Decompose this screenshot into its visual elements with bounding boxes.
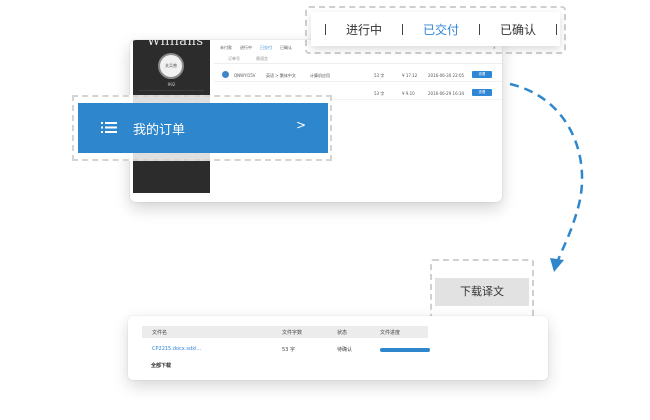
tab-confirmed[interactable]: 已确认 [480,21,556,38]
header-status: 状态 [337,330,348,336]
menu-highlight: 我的订单 > [72,95,332,161]
tab-delivered[interactable]: 已交付 [403,21,479,38]
dashed-arrow-icon [509,82,584,272]
table-row[interactable]: QNWYI15V 英语 > 繁体中文 计算机应用 53 字 ¥ 17.12 20… [214,68,502,82]
status-tabs-highlight: 进行中 已交付 已确认 [305,6,566,54]
order-price: ¥ 9.10 [402,91,415,96]
tab-confirmed[interactable]: 已确认 [280,45,292,51]
list-icon [101,122,117,133]
username: 992 [167,82,176,87]
order-words: 53 字 [374,73,385,78]
header-progress: 文件进度 [380,330,401,336]
my-orders-label: 我的订单 [133,123,186,138]
download-all-button[interactable]: 全部下载 [151,362,171,369]
tab-divider [556,23,558,35]
order-time: 2016-06-29 16:34 [428,91,465,96]
file-progress-bar [380,348,430,352]
order-words: 53 字 [374,91,385,96]
order-id: QNWYI15V [234,73,256,78]
header-word-count: 文件字数 [282,330,303,336]
app-stage: Willians 关兵兽 992 未付款 进行中 已交付 已确认 × 订单号 原… [0,0,650,420]
chevron-right-icon: > [295,118,306,132]
header-filename: 文件名 [152,330,168,336]
file-name-link[interactable]: CP2215.docx.sdxl... [152,346,201,352]
download-translation-title: 下载译文 [435,278,529,306]
subtab-order-id[interactable]: 订单号 [228,56,240,62]
order-time: 2016-06-30 22:05 [428,73,465,78]
order-type: 计算机应用 [310,73,330,78]
view-order-button[interactable]: 查看 [472,89,492,96]
orders-subtabs: 订单号 原语言 [214,54,502,64]
order-lang: 英语 > 繁体中文 [266,73,296,78]
my-orders-menu-item[interactable]: 我的订单 > [78,103,328,153]
subtab-source-lang[interactable]: 原语言 [256,56,268,62]
order-icon [222,71,229,78]
status-tabs: 进行中 已交付 已确认 [311,12,560,46]
order-price: ¥ 17.12 [402,73,418,78]
avatar-text: 关兵兽 [165,63,177,68]
tab-in-progress[interactable]: 进行中 [240,45,252,51]
file-table-header: 文件名 文件字数 状态 文件进度 [142,326,428,338]
tab-in-progress[interactable]: 进行中 [326,21,402,38]
file-word-count: 53 字 [282,347,295,353]
view-order-button[interactable]: 查看 [472,71,492,78]
file-window: 文件名 文件字数 状态 文件进度 CP2215.docx.sdxl... 53 … [128,316,548,380]
file-status: 待确认 [337,347,353,353]
tab-delivered[interactable]: 已交付 [260,45,272,51]
tab-unpaid[interactable]: 未付款 [220,45,232,51]
sidebar-divider [139,90,204,91]
brand-logo: Willians [147,40,204,49]
avatar[interactable]: 关兵兽 [158,53,184,79]
